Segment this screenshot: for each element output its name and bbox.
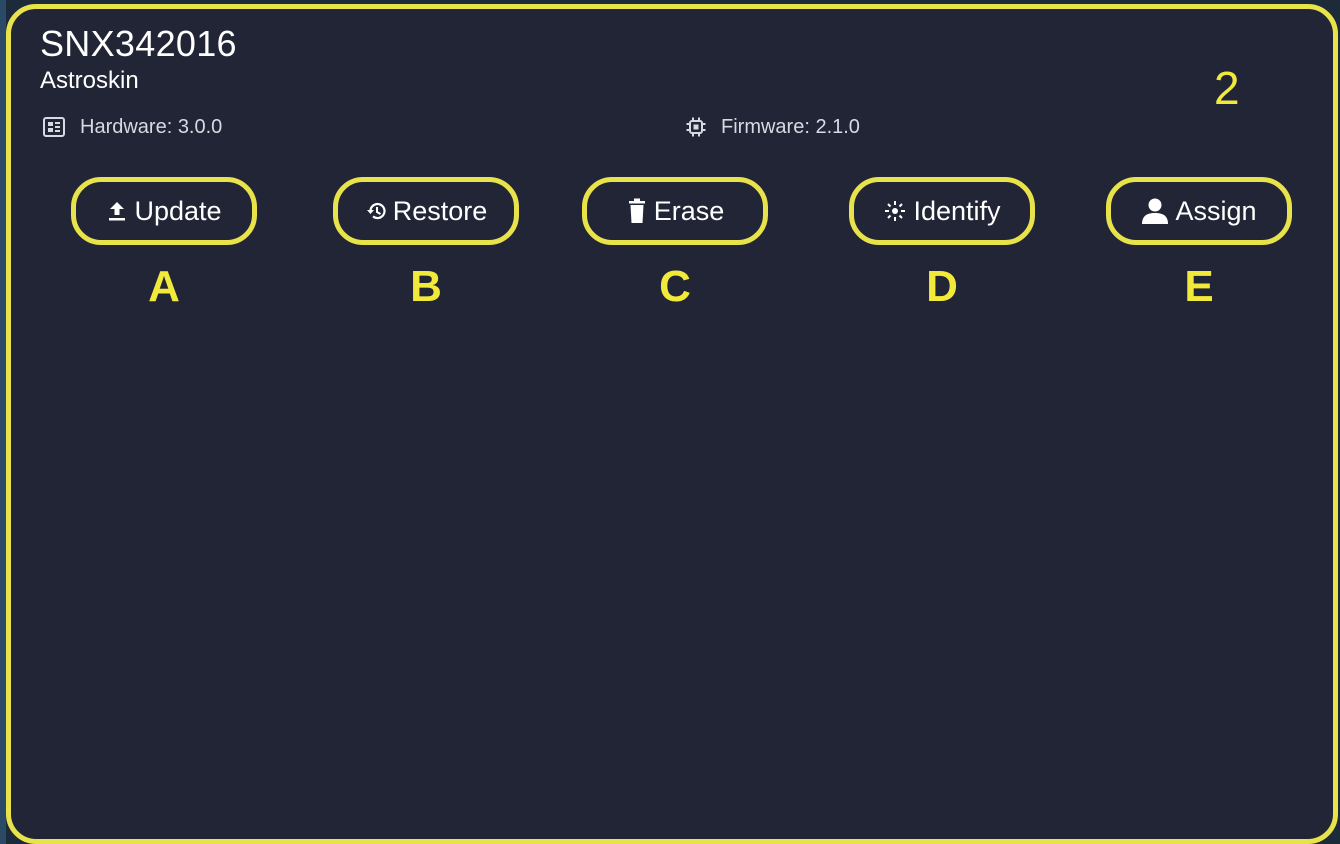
annotation-number: 2 <box>1214 62 1240 114</box>
erase-button[interactable]: Erase <box>582 177 768 245</box>
hardware-info: Hardware: 3.0.0 <box>43 115 222 139</box>
marker-a: A <box>148 262 180 311</box>
sparkle-icon <box>883 199 913 223</box>
identify-button-label: Identify <box>913 195 1001 226</box>
marker-b: B <box>410 262 442 311</box>
device-model: Astroskin <box>40 67 139 94</box>
trash-icon <box>626 198 654 224</box>
identify-button[interactable]: Identify <box>849 177 1035 245</box>
marker-d: D <box>926 262 958 311</box>
firmware-version: Firmware: 2.1.0 <box>721 116 860 138</box>
upload-icon <box>106 200 134 222</box>
chip-icon <box>686 117 721 137</box>
update-button[interactable]: Update <box>71 177 257 245</box>
hardware-icon <box>43 117 80 137</box>
restore-button-label: Restore <box>392 195 488 226</box>
marker-c: C <box>659 262 691 311</box>
firmware-info: Firmware: 2.1.0 <box>686 115 860 139</box>
assign-button-label: Assign <box>1175 195 1257 226</box>
erase-button-label: Erase <box>653 195 725 226</box>
marker-e: E <box>1184 262 1214 311</box>
person-icon <box>1141 198 1175 224</box>
device-serial: SNX342016 <box>40 23 237 64</box>
history-icon <box>365 200 393 222</box>
update-button-label: Update <box>134 195 222 226</box>
device-card: SNX342016 Astroskin 2 Hardware: 3.0.0 Fi… <box>6 4 1338 844</box>
hardware-version: Hardware: 3.0.0 <box>80 116 223 138</box>
restore-button[interactable]: Restore <box>333 177 519 245</box>
assign-button[interactable]: Assign <box>1106 177 1292 245</box>
